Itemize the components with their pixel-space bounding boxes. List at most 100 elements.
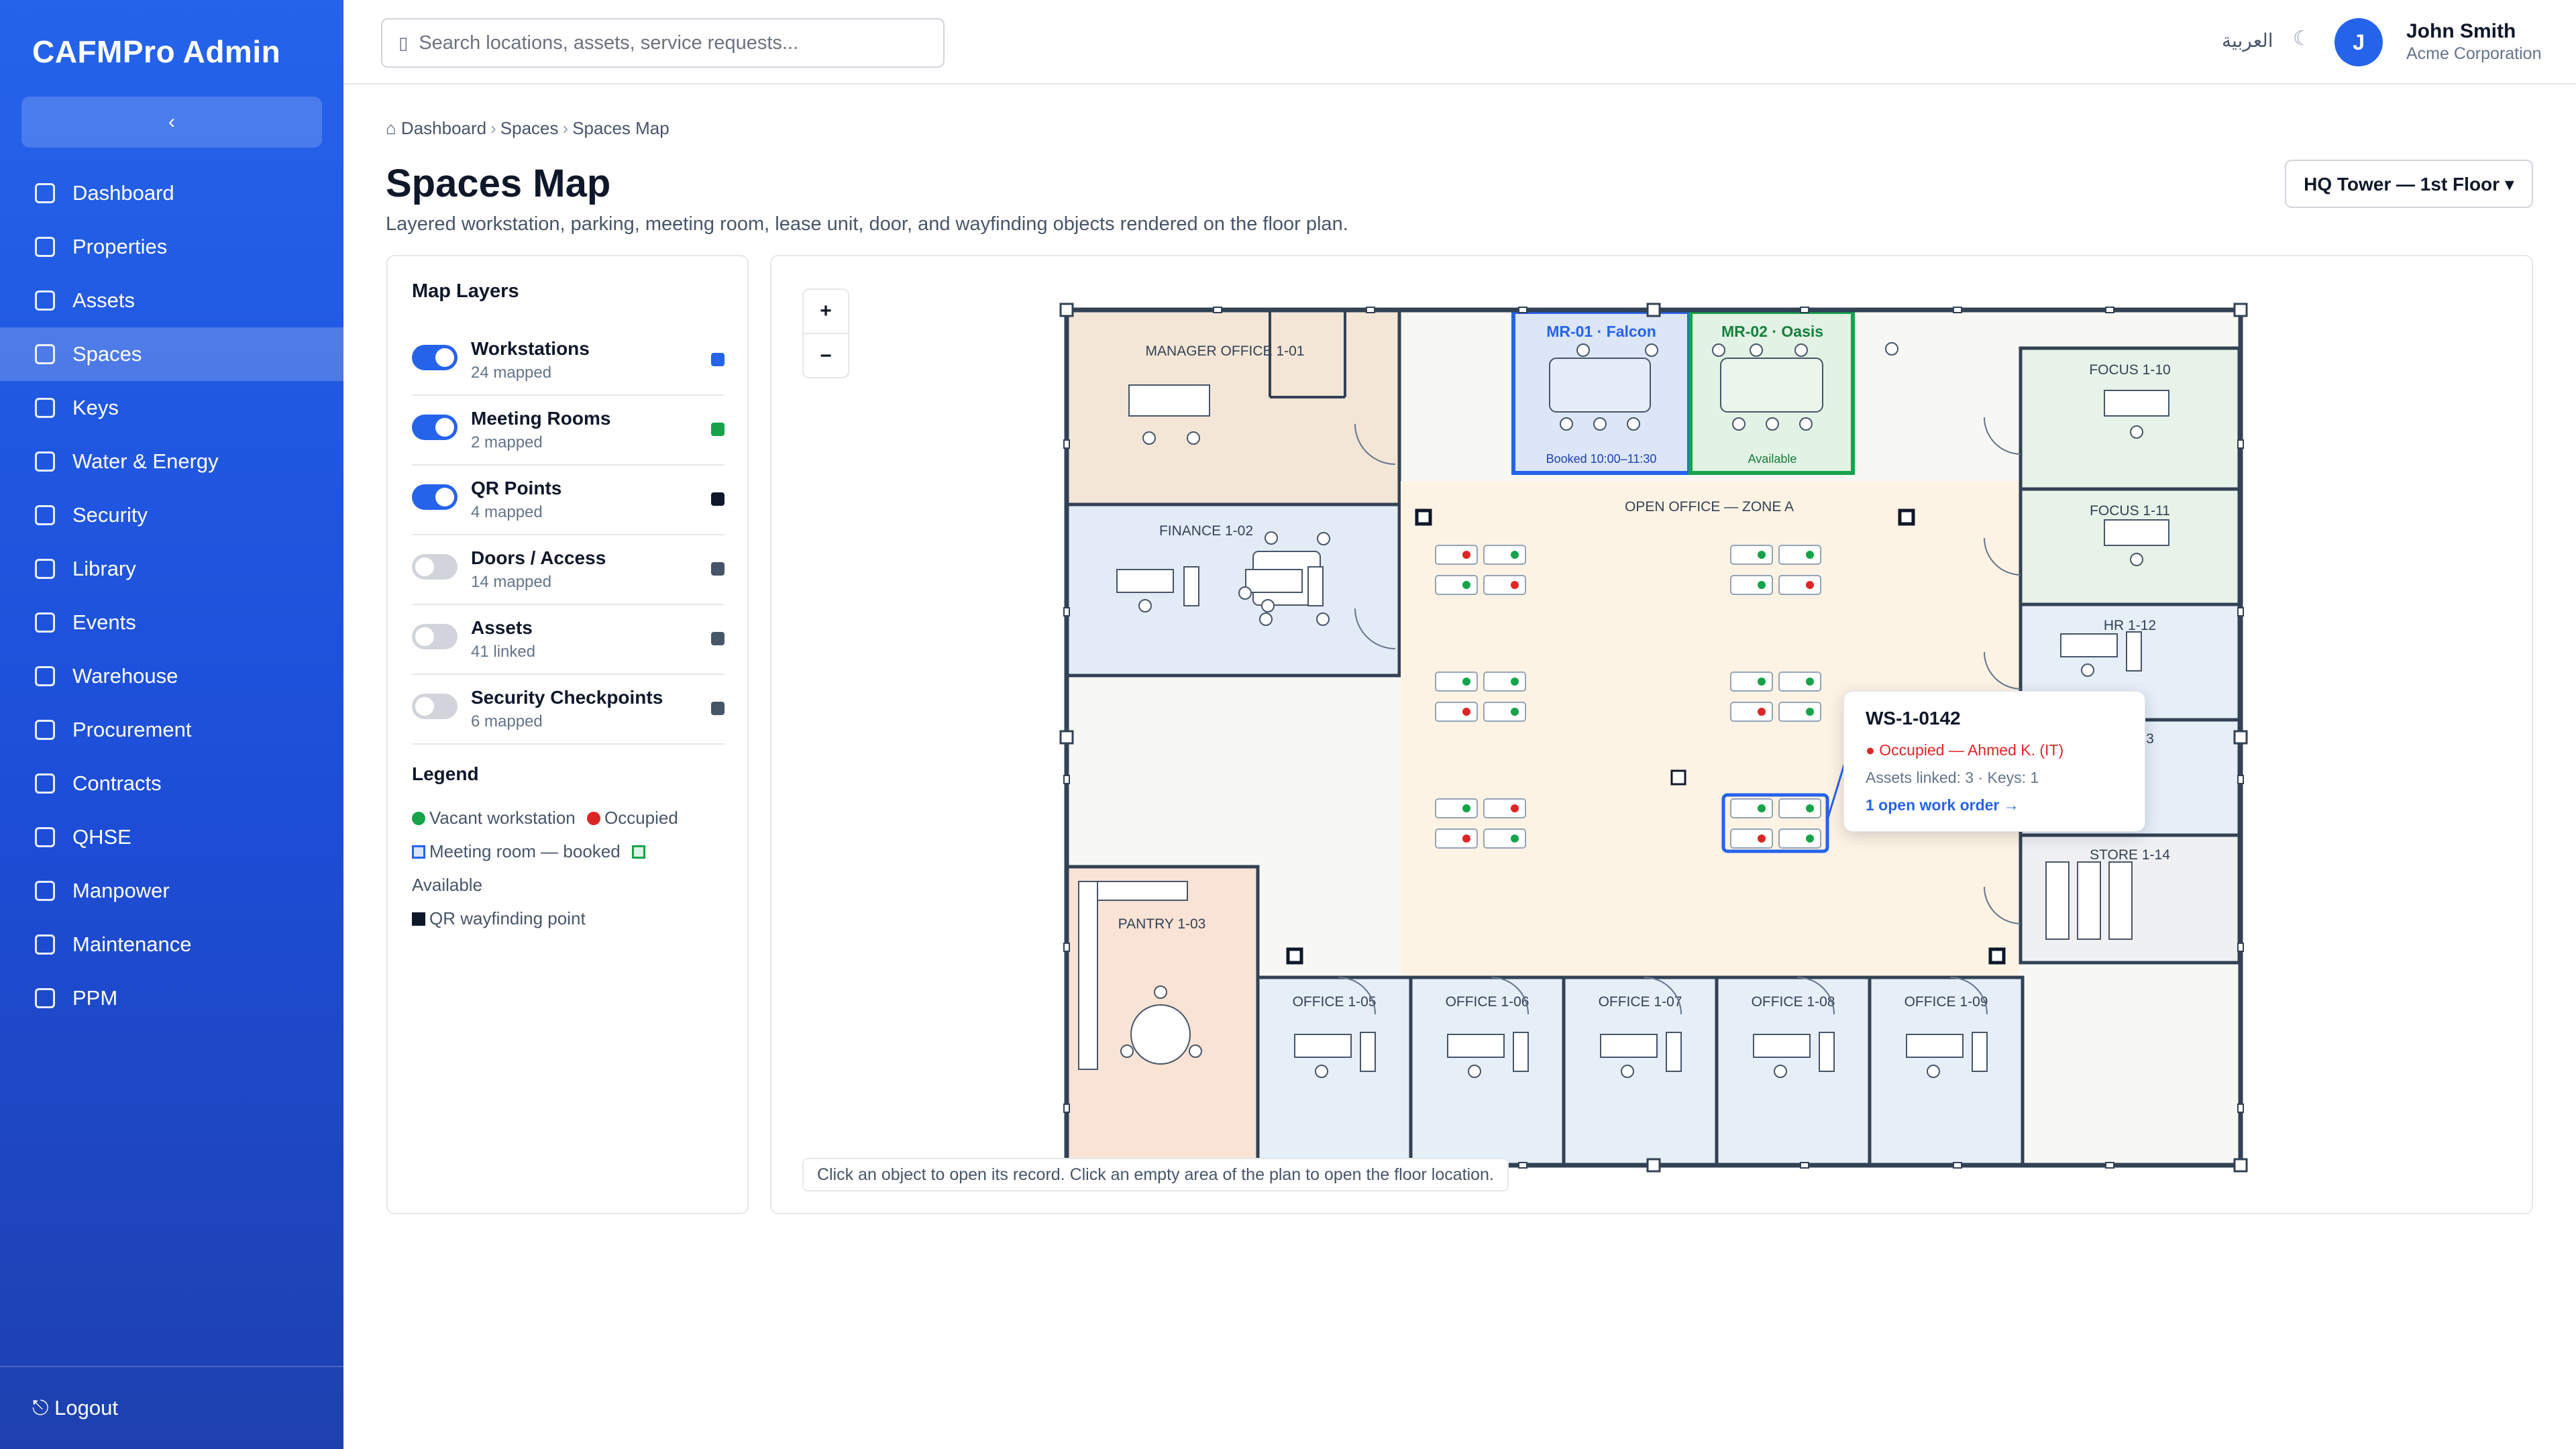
layer-name: Meeting Rooms bbox=[471, 408, 611, 429]
open-work-order-link[interactable]: 1 open work order → bbox=[1866, 796, 2123, 814]
workstation-desk[interactable] bbox=[1435, 575, 1478, 595]
edge-handle[interactable] bbox=[1953, 307, 1962, 313]
edge-handle[interactable] bbox=[2105, 307, 2114, 313]
workstation-desk[interactable] bbox=[1778, 545, 1821, 565]
sidebar-item-label: Security bbox=[72, 503, 148, 527]
workstation-desk[interactable] bbox=[1778, 828, 1821, 849]
workstation-popup[interactable]: WS-1-0142 ● Occupied — Ahmed K. (IT) Ass… bbox=[1843, 691, 2145, 832]
workstation-desk[interactable] bbox=[1778, 672, 1821, 692]
layer-toggle[interactable] bbox=[412, 415, 458, 440]
search-box[interactable]: ▯ bbox=[381, 18, 945, 68]
qr-point[interactable] bbox=[1415, 508, 1432, 526]
sidebar-item-properties[interactable]: Properties bbox=[0, 220, 343, 274]
sidebar-item-procurement[interactable]: Procurement bbox=[0, 703, 343, 757]
edge-handle[interactable] bbox=[2237, 1104, 2244, 1113]
language-switch[interactable]: العربية bbox=[2222, 30, 2273, 52]
edge-handle[interactable] bbox=[1800, 307, 1809, 313]
logout-button[interactable]: ⎋ Logout bbox=[0, 1366, 343, 1449]
workstation-desk[interactable] bbox=[1778, 798, 1821, 818]
resize-handle[interactable] bbox=[1646, 1158, 1661, 1173]
edge-handle[interactable] bbox=[2237, 607, 2244, 616]
edge-handle[interactable] bbox=[1063, 607, 1070, 616]
edge-handle[interactable] bbox=[1953, 1162, 1962, 1169]
sidebar-item-spaces[interactable]: Spaces bbox=[0, 327, 343, 381]
workstation-desk[interactable] bbox=[1778, 702, 1821, 722]
workstation-desk[interactable] bbox=[1483, 702, 1526, 722]
sidebar-item-security[interactable]: Security bbox=[0, 488, 343, 542]
edge-handle[interactable] bbox=[2237, 439, 2244, 449]
sidebar-item-keys[interactable]: Keys bbox=[0, 381, 343, 435]
workstation-desk[interactable] bbox=[1730, 828, 1773, 849]
resize-handle[interactable] bbox=[1059, 730, 1074, 745]
workstation-desk[interactable] bbox=[1435, 545, 1478, 565]
layer-toggle[interactable] bbox=[412, 554, 458, 580]
sidebar-item-events[interactable]: Events bbox=[0, 596, 343, 649]
floor-selector[interactable]: HQ Tower — 1st Floor ▾ bbox=[2285, 160, 2533, 208]
vacant-dot-icon bbox=[1806, 708, 1814, 716]
vacant-dot-icon bbox=[1511, 708, 1519, 716]
workstation-desk[interactable] bbox=[1483, 672, 1526, 692]
qr-point[interactable] bbox=[1988, 947, 2006, 965]
edge-handle[interactable] bbox=[2105, 1162, 2114, 1169]
workstation-desk[interactable] bbox=[1483, 575, 1526, 595]
breadcrumb-home[interactable]: ⌂ Dashboard bbox=[386, 118, 486, 138]
edge-handle[interactable] bbox=[1800, 1162, 1809, 1169]
workstation-desk[interactable] bbox=[1730, 702, 1773, 722]
edge-handle[interactable] bbox=[1063, 943, 1070, 952]
edge-handle[interactable] bbox=[1063, 775, 1070, 784]
edge-handle[interactable] bbox=[2237, 943, 2244, 952]
layer-toggle[interactable] bbox=[412, 345, 458, 370]
edge-handle[interactable] bbox=[1518, 307, 1527, 313]
workstation-desk[interactable] bbox=[1730, 545, 1773, 565]
sidebar-item-ppm[interactable]: PPM bbox=[0, 971, 343, 1025]
workstation-desk[interactable] bbox=[1730, 798, 1773, 818]
sidebar-item-dashboard[interactable]: Dashboard bbox=[0, 166, 343, 220]
workstation-desk[interactable] bbox=[1435, 798, 1478, 818]
sidebar-item-warehouse[interactable]: Warehouse bbox=[0, 649, 343, 703]
breadcrumb-spaces[interactable]: Spaces bbox=[500, 118, 559, 138]
resize-handle[interactable] bbox=[2233, 730, 2248, 745]
sidebar-item-qhse[interactable]: QHSE bbox=[0, 810, 343, 864]
sidebar-item-assets[interactable]: Assets bbox=[0, 274, 343, 327]
theme-toggle-icon[interactable]: ☾ bbox=[2293, 27, 2311, 50]
resize-handle[interactable] bbox=[2233, 1158, 2248, 1173]
floor-plan[interactable]: MANAGER OFFICE 1-01 FINANCE 1-02 MR-01 ·… bbox=[771, 256, 2533, 1214]
zoom-out-button[interactable]: − bbox=[804, 334, 848, 378]
sidebar-item-water-energy[interactable]: Water & Energy bbox=[0, 435, 343, 488]
workstation-desk[interactable] bbox=[1435, 702, 1478, 722]
zoom-in-button[interactable]: + bbox=[804, 290, 848, 334]
resize-handle[interactable] bbox=[2233, 303, 2248, 317]
edge-handle[interactable] bbox=[1366, 307, 1375, 313]
workstation-desk[interactable] bbox=[1483, 545, 1526, 565]
layer-toggle[interactable] bbox=[412, 624, 458, 649]
edge-handle[interactable] bbox=[1063, 1104, 1070, 1113]
edge-handle[interactable] bbox=[2237, 775, 2244, 784]
qr-point[interactable] bbox=[1670, 769, 1686, 786]
qr-point[interactable] bbox=[1286, 947, 1303, 965]
resize-handle[interactable] bbox=[1059, 303, 1074, 317]
map-panel[interactable]: MANAGER OFFICE 1-01 FINANCE 1-02 MR-01 ·… bbox=[770, 255, 2533, 1214]
sidebar-item-library[interactable]: Library bbox=[0, 542, 343, 596]
edge-handle[interactable] bbox=[1213, 307, 1222, 313]
workstation-desk[interactable] bbox=[1778, 575, 1821, 595]
qr-point[interactable] bbox=[1898, 508, 1915, 526]
workstation-desk[interactable] bbox=[1483, 828, 1526, 849]
avatar[interactable]: J bbox=[2334, 18, 2383, 66]
workstation-desk[interactable] bbox=[1435, 672, 1478, 692]
collapse-sidebar-button[interactable]: ‹ bbox=[21, 97, 322, 148]
sidebar-item-maintenance[interactable]: Maintenance bbox=[0, 918, 343, 971]
layer-list: Workstations 24 mapped Meeting Rooms 2 mapp… bbox=[412, 326, 724, 745]
layer-toggle[interactable] bbox=[412, 484, 458, 510]
search-input[interactable] bbox=[419, 32, 916, 54]
workstation-desk[interactable] bbox=[1435, 828, 1478, 849]
edge-handle[interactable] bbox=[1063, 439, 1070, 449]
workstation-desk[interactable] bbox=[1730, 575, 1773, 595]
edge-handle[interactable] bbox=[1518, 1162, 1527, 1169]
workstation-desk[interactable] bbox=[1483, 798, 1526, 818]
sidebar-item-manpower[interactable]: Manpower bbox=[0, 864, 343, 918]
resize-handle[interactable] bbox=[1646, 303, 1661, 317]
room-manager-office[interactable] bbox=[1065, 308, 1401, 506]
workstation-desk[interactable] bbox=[1730, 672, 1773, 692]
layer-toggle[interactable] bbox=[412, 694, 458, 719]
sidebar-item-contracts[interactable]: Contracts bbox=[0, 757, 343, 810]
